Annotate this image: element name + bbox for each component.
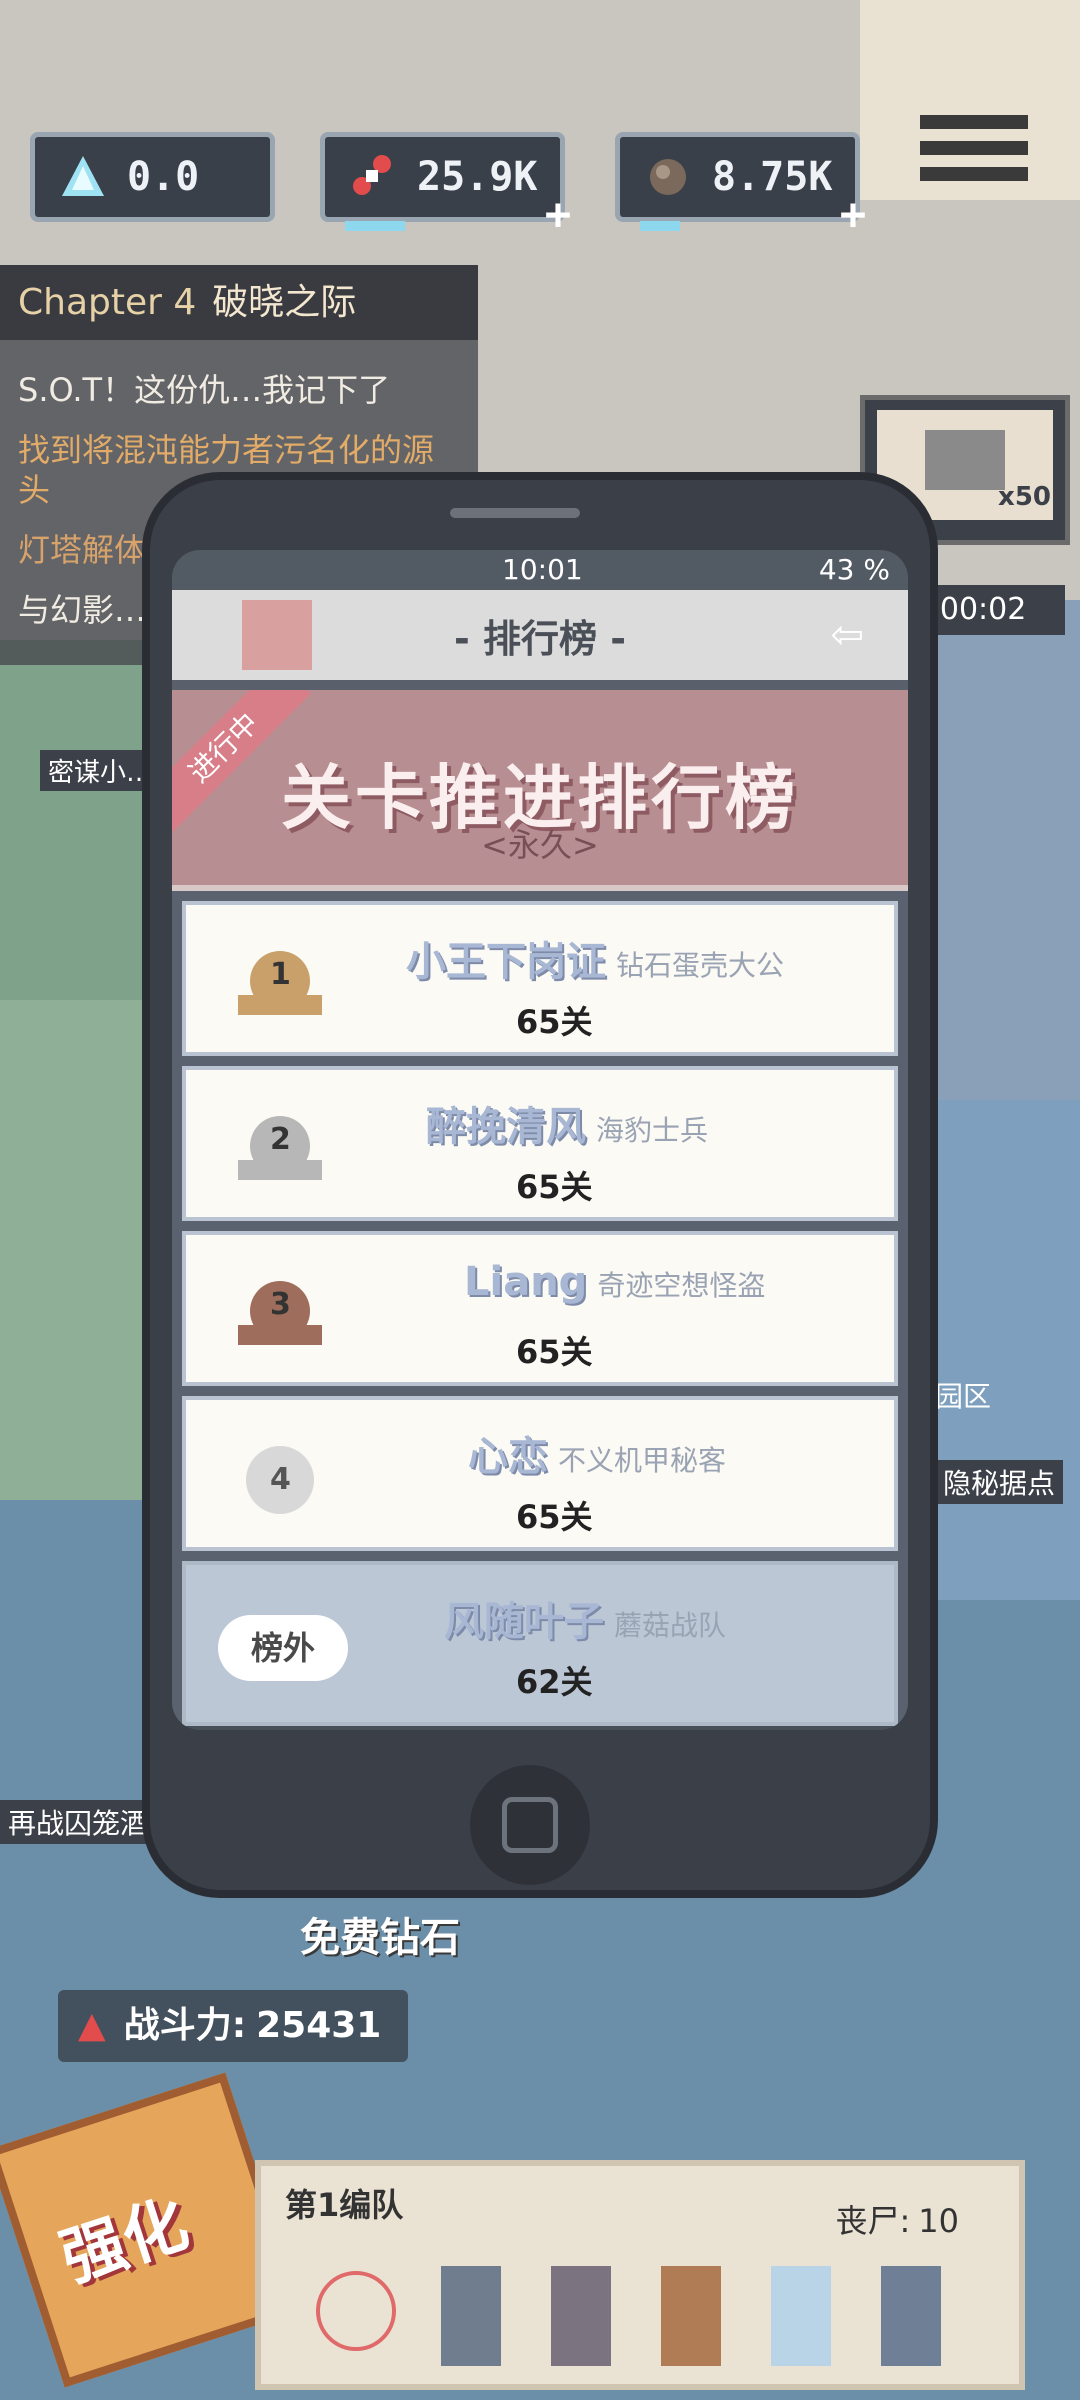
team-slot-3[interactable] <box>551 2266 611 2366</box>
back-icon[interactable]: ⇦ <box>830 612 864 658</box>
team-panel[interactable]: 第1编队 丧尸: 10 <box>255 2160 1025 2390</box>
rank-number: 1 <box>270 957 291 992</box>
ore-icon <box>638 147 698 207</box>
chapter-header: Chapter 4 破晓之际 <box>0 265 478 340</box>
player-score: 65关 <box>516 1168 593 1206</box>
combat-power: ▲ 战斗力: 25431 <box>58 1990 408 2062</box>
map-label-secret-agent[interactable]: 密谋小… <box>40 750 161 791</box>
hamburger-menu-icon[interactable] <box>920 115 1028 203</box>
player-score: 65关 <box>516 1003 593 1041</box>
power-value: 25431 <box>256 2005 382 2046</box>
cash-icon <box>343 147 403 207</box>
player-title: 蘑菇战队 <box>614 1609 727 1642</box>
corpse-count: 10 <box>918 2202 959 2240</box>
free-gems-label[interactable]: 免费钻石 <box>300 1905 460 1963</box>
status-time: 10:01 <box>502 553 583 586</box>
rank-number: 4 <box>270 1462 291 1497</box>
status-bar: 10:01 43 % <box>172 550 908 590</box>
map-label-rematch[interactable]: 再战囚笼酒 <box>0 1800 157 1844</box>
corpse-counter: 丧尸: 10 <box>835 2196 959 2242</box>
chapter-label: Chapter 4 <box>18 282 197 323</box>
home-button[interactable] <box>470 1765 590 1885</box>
phone-leaderboard: 10:01 43 % - 排行榜 - ⇦ 进行中 关卡推进排行榜 <永久> 1 … <box>150 480 930 1890</box>
corpse-label: 丧尸: <box>835 2202 911 2240</box>
leaderboard-list: 1 小王下岗证 钻石蛋壳大公 65关 2 醉挽清风 海豹士兵 65关 3 Liang… <box>172 891 908 1726</box>
player-name: 风随叶子 蘑菇战队 <box>444 1599 727 1645</box>
leaderboard-banner: 进行中 关卡推进排行榜 <永久> <box>172 690 908 891</box>
power-label: 战斗力: <box>123 2005 247 2046</box>
rank-number: 3 <box>270 1287 291 1322</box>
player-score: 65关 <box>516 1498 593 1536</box>
map-label-district[interactable]: 园区 <box>935 1375 991 1415</box>
status-battery: 43 % <box>818 553 890 586</box>
cash-bar <box>345 221 405 231</box>
ore-value: 8.75K <box>712 154 833 200</box>
ore-bar <box>640 221 680 231</box>
ore-counter[interactable]: 8.75K + <box>615 132 866 237</box>
team-slot-5[interactable] <box>771 2266 831 2366</box>
player-name: 醉挽清风 海豹士兵 <box>426 1104 709 1150</box>
leaderboard-row-4[interactable]: 4 心恋 不义机甲秘客 65关 <box>182 1396 898 1551</box>
leaderboard-row-2[interactable]: 2 醉挽清风 海豹士兵 65关 <box>182 1066 898 1221</box>
team-slot-2[interactable] <box>441 2266 501 2366</box>
player-name: 小王下岗证 钻石蛋壳大公 <box>406 939 785 985</box>
leaderboard-period: <永久> <box>481 826 599 864</box>
player-name: Liang 奇迹空想怪盗 <box>464 1259 766 1305</box>
add-cash-button[interactable]: + <box>538 193 578 237</box>
phone-screen: 10:01 43 % - 排行榜 - ⇦ 进行中 关卡推进排行榜 <永久> 1 … <box>172 550 908 1730</box>
team-slot-1[interactable] <box>316 2271 396 2351</box>
upgrade-label: 强化 <box>52 2186 197 2297</box>
cash-counter[interactable]: 25.9K + <box>320 132 571 237</box>
leaderboard-header: - 排行榜 - ⇦ <box>172 590 908 690</box>
gem-value: 0.0 <box>127 154 200 200</box>
outside-rank-badge: 榜外 <box>218 1615 348 1681</box>
chest-icon <box>925 430 1005 490</box>
cash-value: 25.9K <box>417 154 538 200</box>
gem-counter[interactable]: 0.0 <box>30 132 275 222</box>
player-title: 不义机甲秘客 <box>558 1444 727 1477</box>
leaderboard-row-3[interactable]: 3 Liang 奇迹空想怪盗 65关 <box>182 1231 898 1386</box>
diamond-icon <box>53 147 113 207</box>
page-title: - 排行榜 - <box>453 617 626 661</box>
add-ore-button[interactable]: + <box>833 193 873 237</box>
self-rank-row[interactable]: 榜外 风随叶子 蘑菇战队 62关 <box>182 1561 898 1726</box>
quest-line-1: S.O.T！这份仇…我记下了 <box>18 371 391 409</box>
team-slot-6[interactable] <box>881 2266 941 2366</box>
phone-speaker <box>450 508 580 518</box>
team-name: 第1编队 <box>285 2186 404 2224</box>
rank-number: 2 <box>270 1122 291 1157</box>
chest-count: x50 <box>998 482 1051 512</box>
player-score: 62关 <box>516 1663 593 1701</box>
player-title: 钻石蛋壳大公 <box>616 949 785 982</box>
warning-icon: ▲ <box>78 2005 106 2046</box>
map-label-hidden-base[interactable]: 隐秘据点 <box>935 1460 1064 1504</box>
player-name: 心恋 不义机甲秘客 <box>468 1434 727 1480</box>
player-title: 海豹士兵 <box>596 1114 709 1147</box>
team-slot-4[interactable] <box>661 2266 721 2366</box>
leaderboard-row-1[interactable]: 1 小王下岗证 钻石蛋壳大公 65关 <box>182 901 898 1056</box>
player-score: 65关 <box>516 1333 593 1371</box>
chapter-name: 破晓之际 <box>212 282 357 323</box>
player-title: 奇迹空想怪盗 <box>597 1269 766 1302</box>
